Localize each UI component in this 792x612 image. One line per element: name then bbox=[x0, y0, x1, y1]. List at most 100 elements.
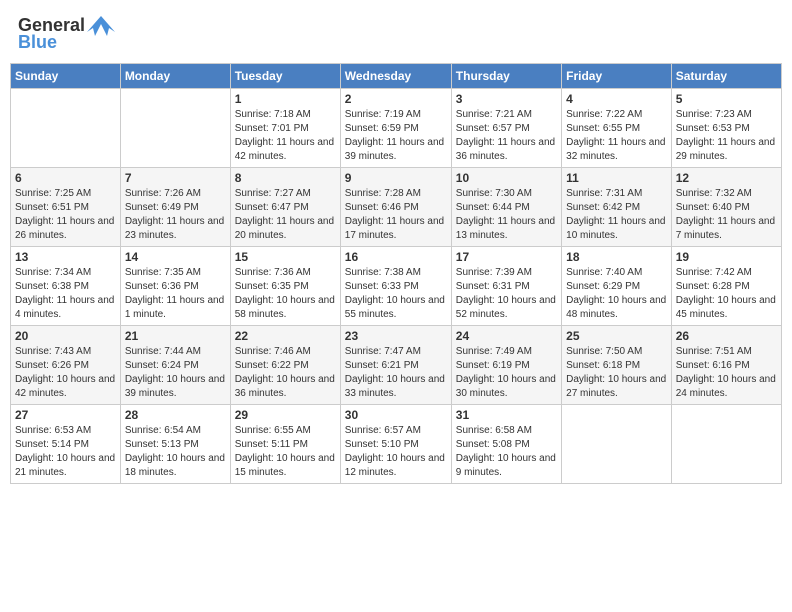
calendar-week-row: 1Sunrise: 7:18 AM Sunset: 7:01 PM Daylig… bbox=[11, 89, 782, 168]
weekday-header-saturday: Saturday bbox=[671, 64, 781, 89]
weekday-header-thursday: Thursday bbox=[451, 64, 561, 89]
day-info: Sunrise: 7:47 AM Sunset: 6:21 PM Dayligh… bbox=[345, 345, 447, 401]
calendar-cell: 13 Sunrise: 7:34 AM Sunset: 6:38 PM Dayli… bbox=[11, 247, 121, 326]
calendar-cell bbox=[11, 89, 121, 168]
day-number: 3 bbox=[456, 92, 557, 106]
day-info: Sunrise: 7:50 AM Sunset: 6:18 PM Dayligh… bbox=[566, 345, 667, 401]
calendar-cell: 19 Sunrise: 7:42 AM Sunset: 6:28 PM Dayli… bbox=[671, 247, 781, 326]
day-info: Sunrise: 7:51 AM Sunset: 6:16 PM Dayligh… bbox=[676, 345, 777, 401]
day-number: 9 bbox=[345, 171, 447, 185]
day-number: 29 bbox=[235, 408, 336, 422]
calendar-cell: 10 Sunrise: 7:30 AM Sunset: 6:44 PM Dayli… bbox=[451, 168, 561, 247]
day-info: Sunrise: 6:58 AM Sunset: 5:08 PM Dayligh… bbox=[456, 424, 557, 480]
day-info: Sunrise: 7:38 AM Sunset: 6:33 PM Dayligh… bbox=[345, 266, 447, 322]
day-number: 17 bbox=[456, 250, 557, 264]
day-info: Sunrise: 7:46 AM Sunset: 6:22 PM Dayligh… bbox=[235, 345, 336, 401]
day-info: Sunrise: 7:25 AM Sunset: 6:51 PM Dayligh… bbox=[15, 187, 116, 243]
calendar-week-row: 13 Sunrise: 7:34 AM Sunset: 6:38 PM Dayli… bbox=[11, 247, 782, 326]
day-number: 26 bbox=[676, 329, 777, 343]
day-number: 6 bbox=[15, 171, 116, 185]
calendar-cell: 8Sunrise: 7:27 AM Sunset: 6:47 PM Daylig… bbox=[230, 168, 340, 247]
calendar-cell: 11 Sunrise: 7:31 AM Sunset: 6:42 PM Dayli… bbox=[562, 168, 672, 247]
day-info: Sunrise: 6:54 AM Sunset: 5:13 PM Dayligh… bbox=[125, 424, 226, 480]
day-info: Sunrise: 6:53 AM Sunset: 5:14 PM Dayligh… bbox=[15, 424, 116, 480]
day-info: Sunrise: 7:30 AM Sunset: 6:44 PM Dayligh… bbox=[456, 187, 557, 243]
calendar-cell: 23 Sunrise: 7:47 AM Sunset: 6:21 PM Dayli… bbox=[340, 326, 451, 405]
weekday-header-tuesday: Tuesday bbox=[230, 64, 340, 89]
day-info: Sunrise: 7:19 AM Sunset: 6:59 PM Dayligh… bbox=[345, 108, 447, 164]
day-number: 5 bbox=[676, 92, 777, 106]
day-number: 30 bbox=[345, 408, 447, 422]
day-number: 11 bbox=[566, 171, 667, 185]
calendar-cell: 14 Sunrise: 7:35 AM Sunset: 6:36 PM Dayli… bbox=[120, 247, 230, 326]
day-info: Sunrise: 7:35 AM Sunset: 6:36 PM Dayligh… bbox=[125, 266, 226, 322]
day-info: Sunrise: 6:57 AM Sunset: 5:10 PM Dayligh… bbox=[345, 424, 447, 480]
day-info: Sunrise: 7:31 AM Sunset: 6:42 PM Dayligh… bbox=[566, 187, 667, 243]
day-info: Sunrise: 7:43 AM Sunset: 6:26 PM Dayligh… bbox=[15, 345, 116, 401]
page-header: General Blue bbox=[10, 10, 782, 57]
calendar-cell: 31Sunrise: 6:58 AM Sunset: 5:08 PM Dayli… bbox=[451, 405, 561, 484]
calendar-cell: 21 Sunrise: 7:44 AM Sunset: 6:24 PM Dayli… bbox=[120, 326, 230, 405]
calendar-week-row: 20 Sunrise: 7:43 AM Sunset: 6:26 PM Dayli… bbox=[11, 326, 782, 405]
calendar-cell: 20 Sunrise: 7:43 AM Sunset: 6:26 PM Dayli… bbox=[11, 326, 121, 405]
calendar-cell: 18 Sunrise: 7:40 AM Sunset: 6:29 PM Dayli… bbox=[562, 247, 672, 326]
day-number: 4 bbox=[566, 92, 667, 106]
day-number: 14 bbox=[125, 250, 226, 264]
logo: General Blue bbox=[18, 14, 115, 53]
logo-bird-icon bbox=[87, 14, 115, 36]
day-info: Sunrise: 7:49 AM Sunset: 6:19 PM Dayligh… bbox=[456, 345, 557, 401]
day-info: Sunrise: 7:21 AM Sunset: 6:57 PM Dayligh… bbox=[456, 108, 557, 164]
calendar-week-row: 27 Sunrise: 6:53 AM Sunset: 5:14 PM Dayli… bbox=[11, 405, 782, 484]
calendar-cell: 28 Sunrise: 6:54 AM Sunset: 5:13 PM Dayli… bbox=[120, 405, 230, 484]
day-number: 22 bbox=[235, 329, 336, 343]
day-info: Sunrise: 7:40 AM Sunset: 6:29 PM Dayligh… bbox=[566, 266, 667, 322]
calendar-week-row: 6 Sunrise: 7:25 AM Sunset: 6:51 PM Daylig… bbox=[11, 168, 782, 247]
day-info: Sunrise: 7:39 AM Sunset: 6:31 PM Dayligh… bbox=[456, 266, 557, 322]
calendar-cell: 30 Sunrise: 6:57 AM Sunset: 5:10 PM Dayli… bbox=[340, 405, 451, 484]
day-info: Sunrise: 7:36 AM Sunset: 6:35 PM Dayligh… bbox=[235, 266, 336, 322]
calendar-cell: 7 Sunrise: 7:26 AM Sunset: 6:49 PM Daylig… bbox=[120, 168, 230, 247]
day-info: Sunrise: 7:32 AM Sunset: 6:40 PM Dayligh… bbox=[676, 187, 777, 243]
calendar-cell: 2 Sunrise: 7:19 AM Sunset: 6:59 PM Daylig… bbox=[340, 89, 451, 168]
calendar-cell: 17 Sunrise: 7:39 AM Sunset: 6:31 PM Dayli… bbox=[451, 247, 561, 326]
day-number: 8 bbox=[235, 171, 336, 185]
calendar-header-row: SundayMondayTuesdayWednesdayThursdayFrid… bbox=[11, 64, 782, 89]
calendar-cell: 9Sunrise: 7:28 AM Sunset: 6:46 PM Daylig… bbox=[340, 168, 451, 247]
calendar-cell: 6 Sunrise: 7:25 AM Sunset: 6:51 PM Daylig… bbox=[11, 168, 121, 247]
day-number: 27 bbox=[15, 408, 116, 422]
weekday-header-monday: Monday bbox=[120, 64, 230, 89]
day-number: 13 bbox=[15, 250, 116, 264]
logo-blue-text: Blue bbox=[18, 32, 57, 53]
day-info: Sunrise: 7:26 AM Sunset: 6:49 PM Dayligh… bbox=[125, 187, 226, 243]
calendar-cell bbox=[120, 89, 230, 168]
calendar-cell: 15 Sunrise: 7:36 AM Sunset: 6:35 PM Dayli… bbox=[230, 247, 340, 326]
day-info: Sunrise: 7:18 AM Sunset: 7:01 PM Dayligh… bbox=[235, 108, 336, 164]
calendar-cell: 24 Sunrise: 7:49 AM Sunset: 6:19 PM Dayli… bbox=[451, 326, 561, 405]
day-number: 24 bbox=[456, 329, 557, 343]
calendar-cell bbox=[671, 405, 781, 484]
day-number: 12 bbox=[676, 171, 777, 185]
calendar-cell: 4Sunrise: 7:22 AM Sunset: 6:55 PM Daylig… bbox=[562, 89, 672, 168]
day-number: 10 bbox=[456, 171, 557, 185]
day-info: Sunrise: 7:44 AM Sunset: 6:24 PM Dayligh… bbox=[125, 345, 226, 401]
calendar-cell: 16 Sunrise: 7:38 AM Sunset: 6:33 PM Dayli… bbox=[340, 247, 451, 326]
day-info: Sunrise: 6:55 AM Sunset: 5:11 PM Dayligh… bbox=[235, 424, 336, 480]
day-number: 16 bbox=[345, 250, 447, 264]
day-number: 28 bbox=[125, 408, 226, 422]
day-info: Sunrise: 7:34 AM Sunset: 6:38 PM Dayligh… bbox=[15, 266, 116, 322]
day-number: 20 bbox=[15, 329, 116, 343]
day-number: 15 bbox=[235, 250, 336, 264]
calendar-cell: 27 Sunrise: 6:53 AM Sunset: 5:14 PM Dayli… bbox=[11, 405, 121, 484]
day-number: 19 bbox=[676, 250, 777, 264]
weekday-header-sunday: Sunday bbox=[11, 64, 121, 89]
day-number: 18 bbox=[566, 250, 667, 264]
day-number: 21 bbox=[125, 329, 226, 343]
calendar-cell: 22 Sunrise: 7:46 AM Sunset: 6:22 PM Dayli… bbox=[230, 326, 340, 405]
day-number: 25 bbox=[566, 329, 667, 343]
weekday-header-friday: Friday bbox=[562, 64, 672, 89]
day-info: Sunrise: 7:42 AM Sunset: 6:28 PM Dayligh… bbox=[676, 266, 777, 322]
calendar-cell bbox=[562, 405, 672, 484]
day-number: 7 bbox=[125, 171, 226, 185]
day-number: 2 bbox=[345, 92, 447, 106]
day-number: 23 bbox=[345, 329, 447, 343]
